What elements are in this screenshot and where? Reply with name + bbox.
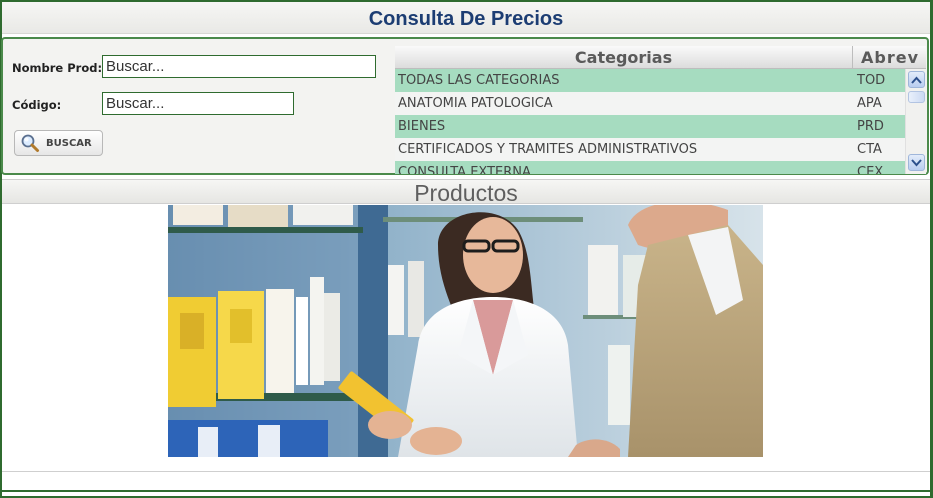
buscar-label: BUSCAR xyxy=(46,137,92,149)
magnifier-icon xyxy=(20,133,40,153)
category-abrev: PRD xyxy=(857,119,884,134)
category-row[interactable]: ANATOMIA PATOLOGICA APA xyxy=(395,92,905,115)
scroll-thumb[interactable] xyxy=(908,91,925,103)
category-name: TODAS LAS CATEGORIAS xyxy=(398,73,560,88)
column-header-abrev[interactable]: Abrev xyxy=(854,46,926,69)
scroll-down-button[interactable] xyxy=(908,154,925,171)
category-abrev: TOD xyxy=(857,73,886,88)
codigo-input[interactable] xyxy=(102,92,294,115)
category-abrev: APA xyxy=(857,96,882,111)
column-header-categorias[interactable]: Categorias xyxy=(395,46,853,69)
chevron-up-icon xyxy=(911,76,922,84)
bottom-border xyxy=(2,490,930,496)
category-row[interactable]: CONSULTA EXTERNA CEX xyxy=(395,161,905,174)
nombre-prod-label: Nombre Prod: xyxy=(12,61,103,75)
page-title: Consulta De Precios xyxy=(368,8,564,30)
codigo-label: Código: xyxy=(12,98,62,112)
category-abrev: CEX xyxy=(857,165,884,174)
categories-scrollbar[interactable] xyxy=(905,69,926,174)
category-row[interactable]: BIENES PRD xyxy=(395,115,905,138)
category-abrev: CTA xyxy=(857,142,882,157)
category-name: BIENES xyxy=(398,119,446,134)
category-name: ANATOMIA PATOLOGICA xyxy=(398,96,553,111)
productos-bar: Productos xyxy=(2,179,930,206)
nombre-prod-input[interactable] xyxy=(102,55,376,78)
category-row[interactable]: TODAS LAS CATEGORIAS TOD xyxy=(395,69,905,92)
buscar-button[interactable]: BUSCAR xyxy=(14,130,103,156)
pharmacy-banner-image xyxy=(168,205,763,457)
scroll-up-button[interactable] xyxy=(908,71,925,88)
categories-rows: TODAS LAS CATEGORIAS TOD ANATOMIA PATOLO… xyxy=(395,69,905,174)
divider-line xyxy=(2,471,930,472)
category-name: CONSULTA EXTERNA xyxy=(398,165,531,174)
category-row[interactable]: CERTIFICADOS Y TRAMITES ADMINISTRATIVOS … xyxy=(395,138,905,161)
title-bar: Consulta De Precios xyxy=(2,2,930,34)
productos-title: Productos xyxy=(414,180,518,206)
search-panel: Nombre Prod: Código: BUSCAR Categorias A… xyxy=(1,37,929,175)
chevron-down-icon xyxy=(911,158,922,166)
categories-table: Categorias Abrev TODAS LAS CATEGORIAS TO… xyxy=(395,46,926,174)
category-name: CERTIFICADOS Y TRAMITES ADMINISTRATIVOS xyxy=(398,142,698,157)
categories-header: Categorias Abrev xyxy=(395,46,926,69)
